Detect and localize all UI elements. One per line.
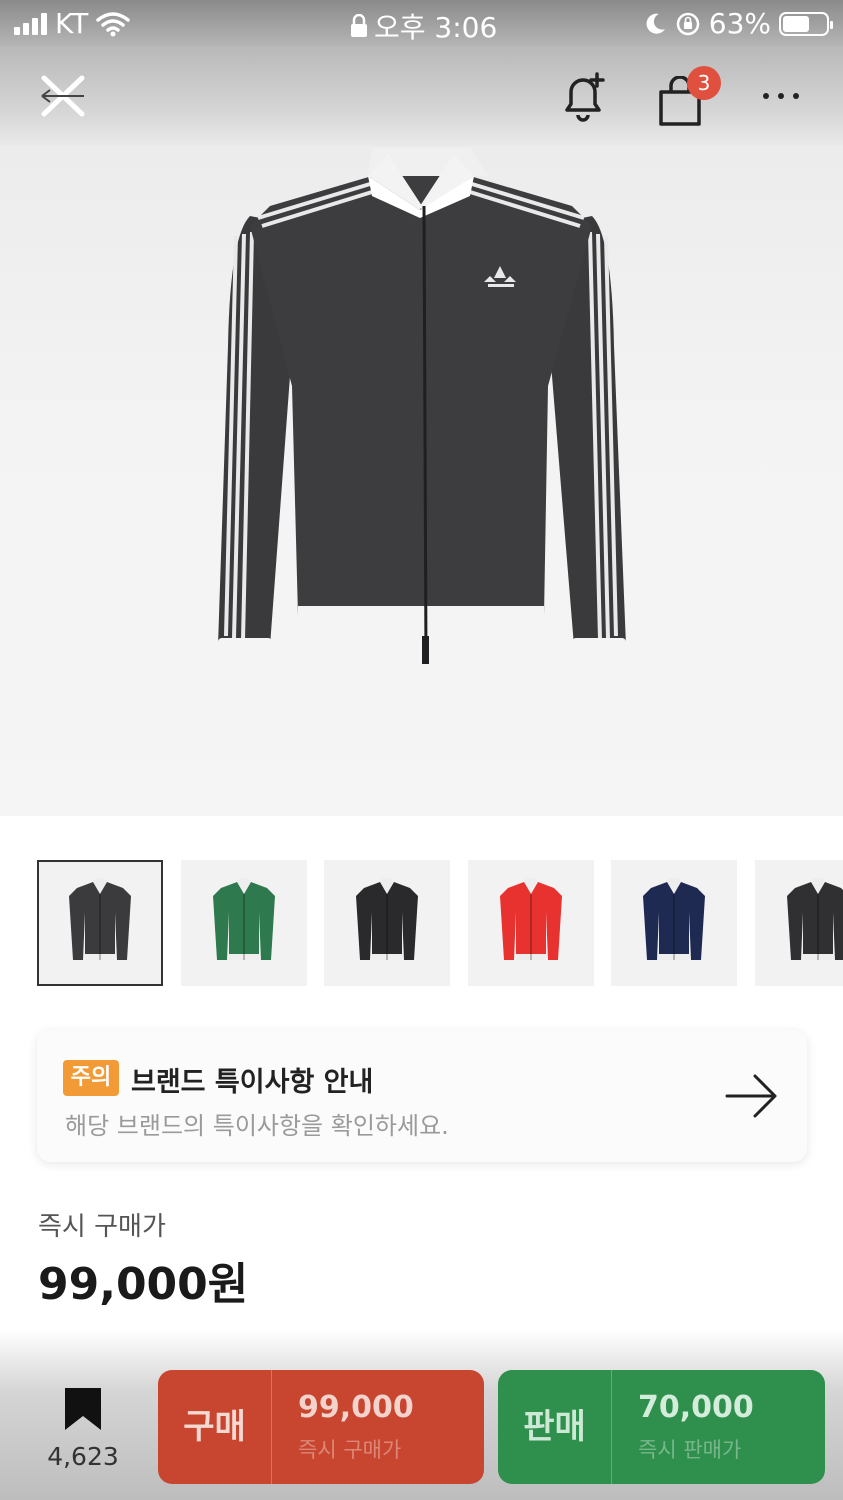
moon-icon — [646, 13, 665, 34]
battery-icon — [779, 11, 833, 36]
status-left: KT — [14, 7, 131, 40]
status-center: 오후 3:06 — [350, 6, 497, 46]
sell-button-label: 판매 — [498, 1370, 612, 1484]
rotation-lock-icon — [676, 12, 700, 35]
sell-button-sub: 즉시 판매가 — [638, 1438, 742, 1462]
track-jacket-image — [218, 148, 626, 686]
bell-add-icon[interactable] — [555, 68, 611, 124]
buy-button[interactable]: 구매 99,000 즉시 구매가 — [158, 1370, 484, 1484]
sell-button[interactable]: 판매 70,000 즉시 판매가 — [498, 1370, 825, 1484]
nav-bar: 3 — [0, 46, 843, 146]
product-image[interactable] — [0, 146, 843, 816]
product-thumbnail[interactable] — [754, 860, 843, 986]
product-thumbnail[interactable] — [180, 860, 307, 986]
status-bar: KT 오후 3:06 63% — [0, 0, 843, 46]
close-icon[interactable] — [38, 72, 88, 120]
thumbnail-jacket-image — [786, 878, 843, 960]
thumbnail-jacket-image — [69, 878, 131, 960]
product-thumbnail[interactable] — [324, 860, 450, 986]
status-time: 오후 3:06 — [374, 11, 498, 44]
more-icon[interactable] — [758, 76, 804, 116]
instant-buy-price-label: 즉시 구매가 — [38, 1212, 166, 1242]
bookmark-button[interactable]: 4,623 — [44, 1386, 122, 1476]
buy-button-sub: 즉시 구매가 — [298, 1438, 402, 1462]
wifi-icon — [96, 11, 131, 36]
sell-button-price: 70,000 — [638, 1390, 754, 1425]
notice-title: 브랜드 특이사항 안내 — [131, 1067, 374, 1098]
battery-fill — [783, 15, 810, 32]
buy-button-label: 구매 — [158, 1370, 272, 1484]
thumbnail-jacket-image — [643, 878, 705, 960]
buy-button-price: 99,000 — [298, 1390, 414, 1425]
product-thumbnail[interactable] — [37, 860, 163, 986]
notice-tag: 주의 — [63, 1060, 119, 1096]
brand-notice-card[interactable]: 주의 브랜드 특이사항 안내 해당 브랜드의 특이사항을 확인하세요. — [37, 1030, 807, 1162]
product-thumbnail[interactable] — [467, 860, 594, 986]
product-thumbnail[interactable] — [611, 860, 737, 986]
instant-buy-price: 99,000원 — [38, 1259, 249, 1310]
carrier-label: KT — [55, 7, 89, 40]
status-right: 63% — [643, 7, 833, 40]
signal-icon — [14, 12, 47, 35]
bookmark-icon — [65, 1388, 101, 1430]
cart-badge: 3 — [687, 66, 721, 100]
thumbnail-jacket-image — [212, 878, 275, 960]
bottom-action-bar: 4,623 구매 99,000 즉시 구매가 판매 70,000 즉시 판매가 — [0, 1330, 843, 1500]
arrow-right-icon — [725, 1074, 777, 1118]
thumbnail-jacket-image — [356, 878, 418, 960]
thumbnail-strip — [37, 860, 843, 986]
cart-button[interactable]: 3 — [655, 66, 725, 126]
notice-subtitle: 해당 브랜드의 특이사항을 확인하세요. — [65, 1112, 449, 1140]
bookmark-count: 4,623 — [47, 1442, 119, 1471]
lock-icon — [351, 14, 367, 37]
battery-percent: 63% — [708, 7, 771, 40]
thumbnail-jacket-image — [499, 878, 562, 960]
